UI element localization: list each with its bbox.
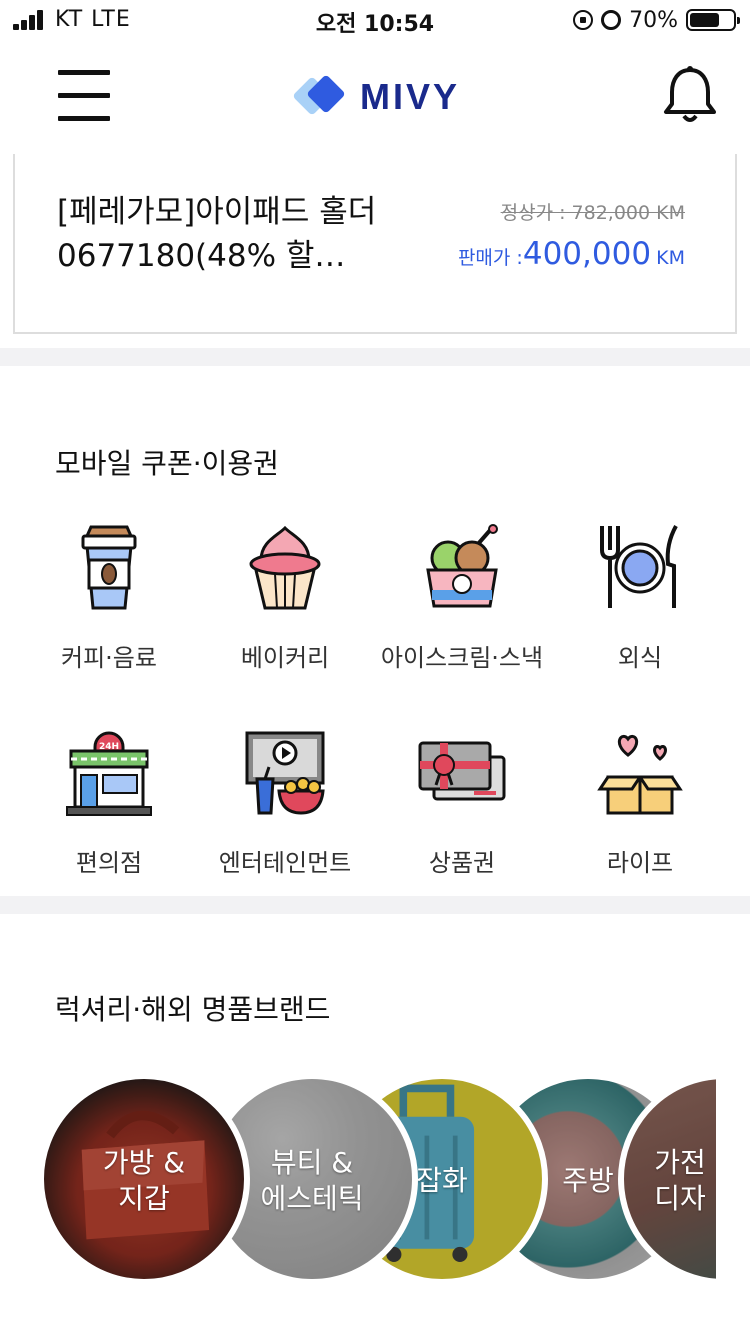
brand-carousel[interactable]: 주방 가전 디자 잡화 뷰티 & 에스테틱 가방 & 지갑 (0, 1060, 716, 1300)
brand-section-title: 럭셔리·해외 명품브랜드 (55, 993, 331, 1026)
category-label: 베이커리 (240, 644, 330, 672)
brand-appliances[interactable]: 가전 디자 (618, 1073, 716, 1285)
category-entertainment[interactable]: 엔터테인먼트 (197, 729, 373, 899)
product-title: [페레가모]아이패드 홀더 0677180(48% 할… (57, 194, 377, 274)
coffee-cup-icon (81, 525, 137, 610)
app-screen: KT LTE 오전 10:54 70% MIVY [페레가모]아이패드 홀더 0… (0, 0, 750, 1334)
original-price: 정상가 : 782,000 KM (500, 202, 685, 224)
dining-plate-icon (600, 525, 678, 608)
category-bakery[interactable]: 베이커리 (197, 524, 373, 694)
category-convenience-store[interactable]: 24H 편의점 (21, 729, 197, 899)
battery-percent: 70% (629, 7, 678, 33)
category-coffee[interactable]: 커피·음료 (21, 524, 197, 694)
ice-cream-icon (426, 524, 498, 608)
brand-label: 가전 디자 (654, 1146, 706, 1215)
status-bar: KT LTE 오전 10:54 70% (0, 0, 750, 40)
convenience-store-icon: 24H (66, 731, 152, 816)
category-label: 상품권 (428, 849, 496, 877)
status-right: 70% (573, 6, 740, 34)
section-divider (0, 896, 750, 914)
coupon-section-title: 모바일 쿠폰·이용권 (55, 447, 279, 480)
logo-text: MIVY (360, 76, 461, 117)
logo-mark-icon (293, 75, 345, 115)
category-icecream[interactable]: 아이스크림·스낵 (374, 524, 550, 694)
rotation-lock-icon (573, 10, 594, 30)
category-label: 아이스크림·스낵 (380, 644, 544, 672)
top-nav: MIVY (0, 40, 750, 152)
category-label: 라이프 (606, 849, 674, 877)
brand-label: 가방 & 지갑 (102, 1146, 186, 1215)
section-divider (0, 348, 750, 366)
product-card[interactable]: [페레가모]아이패드 홀더 0677180(48% 할… 정상가 : 782,0… (13, 154, 737, 334)
category-life[interactable]: 라이프 (552, 729, 728, 899)
bell-icon[interactable] (660, 64, 720, 126)
category-label: 엔터테인먼트 (218, 849, 352, 877)
sale-price-value: 400,000 (522, 236, 652, 272)
sale-price-unit: KM (656, 247, 685, 269)
battery-icon (686, 9, 740, 31)
category-gift-card[interactable]: 상품권 (374, 729, 550, 899)
gift-box-hearts-icon (597, 734, 683, 815)
category-label: 편의점 (75, 849, 143, 877)
category-dining[interactable]: 외식 (552, 524, 728, 694)
gift-card-icon (418, 741, 506, 801)
brand-bags-wallets[interactable]: 가방 & 지갑 (38, 1073, 250, 1285)
entertainment-icon (245, 731, 325, 815)
menu-icon[interactable] (58, 70, 110, 122)
alarm-icon (601, 10, 622, 30)
sale-price: 판매가 :400,000 KM (458, 236, 685, 272)
category-label: 커피·음료 (61, 644, 157, 672)
cupcake-icon (249, 525, 321, 610)
sale-price-label: 판매가 : (457, 247, 523, 269)
logo[interactable]: MIVY (292, 70, 460, 124)
category-label: 외식 (617, 644, 663, 672)
